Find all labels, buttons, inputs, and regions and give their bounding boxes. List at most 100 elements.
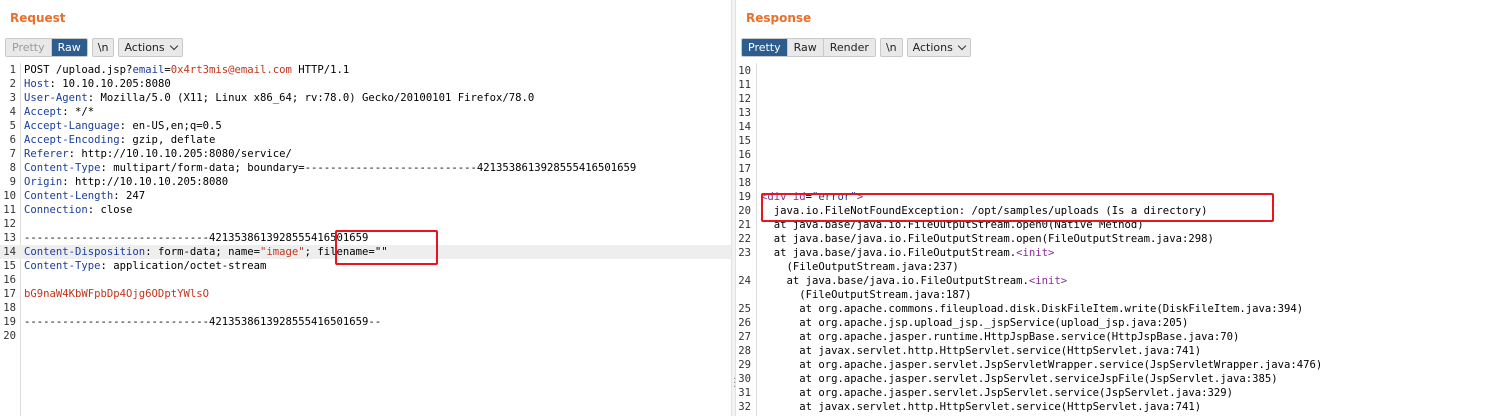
code-token: "image" — [260, 246, 305, 258]
line-number: 1 — [9, 64, 16, 76]
request-code-line: 7 Referer: http://10.10.10.205:8080/servi… — [0, 147, 731, 161]
code-token: at java.base/java.io.FileOutputStream. — [761, 275, 1029, 287]
code-token: : multipart/form-data; boundary=--------… — [100, 162, 637, 174]
code-token: : gzip, deflate — [119, 134, 216, 146]
response-code-line: 16 — [736, 148, 1488, 162]
request-code-line: 17 bG9naW4KbWFpbDp4Ojg6ODptYWlsO — [0, 287, 731, 301]
line-code: at org.apache.jasper.servlet.JspServlet.… — [761, 372, 1277, 386]
code-token: Connection — [24, 204, 88, 216]
request-newline-toggle[interactable]: \n — [91, 37, 115, 57]
request-code-line: 18 — [0, 301, 731, 315]
line-code: Referer: http://10.10.10.205:8080/servic… — [24, 147, 292, 161]
request-code-line: 6 Accept-Encoding: gzip, deflate — [0, 133, 731, 147]
line-number: 27 — [738, 331, 751, 343]
line-number: 29 — [738, 359, 751, 371]
line-code: at java.base/java.io.FileOutputStream.<i… — [761, 246, 1055, 260]
code-token: Accept — [24, 106, 63, 118]
request-code-line: 19 -----------------------------421353861… — [0, 315, 731, 329]
response-code-line: 31 at org.apache.jasper.servlet.JspServl… — [736, 386, 1488, 400]
line-number: 14 — [3, 246, 16, 258]
response-code-line: 12 — [736, 92, 1488, 106]
code-token: <init> — [1028, 275, 1068, 287]
code-token: User-Agent — [24, 92, 88, 104]
request-code-line: 10 Content-Length: 247 — [0, 189, 731, 203]
line-code: at java.base/java.io.FileOutputStream.op… — [761, 232, 1214, 246]
response-pretty-button[interactable]: Pretty — [742, 38, 788, 56]
line-code: Content-Length: 247 — [24, 189, 145, 203]
line-number: 20 — [3, 330, 16, 342]
code-token: email — [132, 64, 165, 76]
code-token: Accept-Encoding — [24, 134, 120, 146]
request-code-line: 2 Host: 10.10.10.205:8080 — [0, 77, 731, 91]
line-number: 15 — [3, 260, 16, 272]
line-code: Content-Type: application/octet-stream — [24, 259, 266, 273]
line-number: 31 — [738, 387, 751, 399]
code-token: : 10.10.10.205:8080 — [49, 78, 171, 90]
code-token: : form-data; name= — [145, 246, 260, 258]
chevron-down-icon — [169, 41, 178, 50]
code-token: <init> — [1016, 247, 1055, 259]
code-token: at java.base/java.io.FileOutputStream.op… — [761, 233, 1214, 245]
line-number: 18 — [3, 302, 16, 314]
line-number: 25 — [738, 303, 751, 315]
line-code: at org.apache.commons.fileupload.disk.Di… — [761, 302, 1303, 316]
request-pretty-button[interactable]: Pretty — [6, 38, 52, 56]
line-code: (FileOutputStream.java:237) — [761, 260, 959, 274]
response-code-line: 22 at java.base/java.io.FileOutputStream… — [736, 232, 1488, 246]
line-number: 11 — [738, 79, 751, 91]
response-code-line: 26 at org.apache.jsp.upload_jsp._jspServ… — [736, 316, 1488, 330]
line-code: Accept: */* — [24, 105, 94, 119]
line-number: 16 — [3, 274, 16, 286]
response-code-line: 18 — [736, 176, 1488, 190]
line-number: 17 — [3, 288, 16, 300]
line-number: 14 — [738, 121, 751, 133]
code-token: Content-Type — [24, 162, 101, 174]
response-editor[interactable]: 10 11 12 13 14 15 16 17 18 19 <div id="error"> 20 j… — [736, 63, 1488, 416]
code-token: at org.apache.commons.fileupload.disk.Di… — [761, 303, 1304, 315]
response-actions-label: Actions — [912, 40, 953, 54]
line-code: Origin: http://10.10.10.205:8080 — [24, 175, 228, 189]
code-token: Content-Disposition — [24, 246, 146, 258]
line-number: 4 — [9, 106, 16, 118]
code-token: at org.apache.jasper.runtime.HttpJspBase… — [761, 331, 1240, 343]
code-token: at javax.servlet.http.HttpServlet.servic… — [761, 345, 1202, 357]
line-code: at org.apache.jasper.runtime.HttpJspBase… — [761, 330, 1239, 344]
line-code: at org.apache.jsp.upload_jsp._jspService… — [761, 316, 1188, 330]
response-code-line: (FileOutputStream.java:187) — [736, 288, 1488, 302]
response-code-line: 30 at org.apache.jasper.servlet.JspServl… — [736, 372, 1488, 386]
line-number: 2 — [9, 78, 16, 90]
response-code-line: 29 at org.apache.jasper.servlet.JspServl… — [736, 358, 1488, 372]
code-token: Origin — [24, 176, 63, 188]
line-code: at javax.servlet.http.HttpServlet.servic… — [761, 344, 1201, 358]
request-code-line: 9 Origin: http://10.10.10.205:8080 — [0, 175, 731, 189]
request-code-line: 12 — [0, 217, 731, 231]
line-number: 13 — [3, 232, 16, 244]
request-code-line: 5 Accept-Language: en-US,en;q=0.5 — [0, 119, 731, 133]
response-actions-dropdown[interactable]: Actions — [906, 37, 971, 57]
line-number: 19 — [3, 316, 16, 328]
line-number: 11 — [3, 204, 16, 216]
response-raw-button[interactable]: Raw — [787, 38, 824, 56]
line-number: 18 — [738, 177, 751, 189]
line-number: 16 — [738, 149, 751, 161]
request-actions-dropdown[interactable]: Actions — [118, 37, 183, 57]
code-token: : */* — [62, 106, 95, 118]
code-token: HTTP/1.1 — [291, 64, 350, 76]
response-code-line: 10 — [736, 64, 1488, 78]
line-number: 6 — [9, 134, 16, 146]
code-token: -----------------------------42135386139… — [24, 232, 369, 244]
line-number: 8 — [9, 162, 16, 174]
code-token: at org.apache.jasper.servlet.JspServlet.… — [761, 387, 1233, 399]
code-token: at org.apache.jsp.upload_jsp._jspService… — [761, 317, 1189, 329]
response-pane: Response Pretty Raw Render \n Actions 10… — [736, 0, 1488, 416]
line-code: POST /upload.jsp?email=0x4rt3mis@email.c… — [24, 63, 349, 77]
line-code: Content-Disposition: form-data; name="im… — [24, 245, 388, 259]
response-render-button[interactable]: Render — [823, 38, 875, 56]
response-code-line: 32 at javax.servlet.http.HttpServlet.ser… — [736, 400, 1488, 414]
code-token: at javax.servlet.http.HttpServlet.servic… — [761, 401, 1202, 413]
request-raw-button[interactable]: Raw — [51, 38, 87, 56]
line-number: 19 — [738, 191, 751, 203]
code-token: : close — [87, 204, 133, 216]
response-code-line: 15 — [736, 134, 1488, 148]
response-newline-toggle[interactable]: \n — [879, 37, 903, 57]
